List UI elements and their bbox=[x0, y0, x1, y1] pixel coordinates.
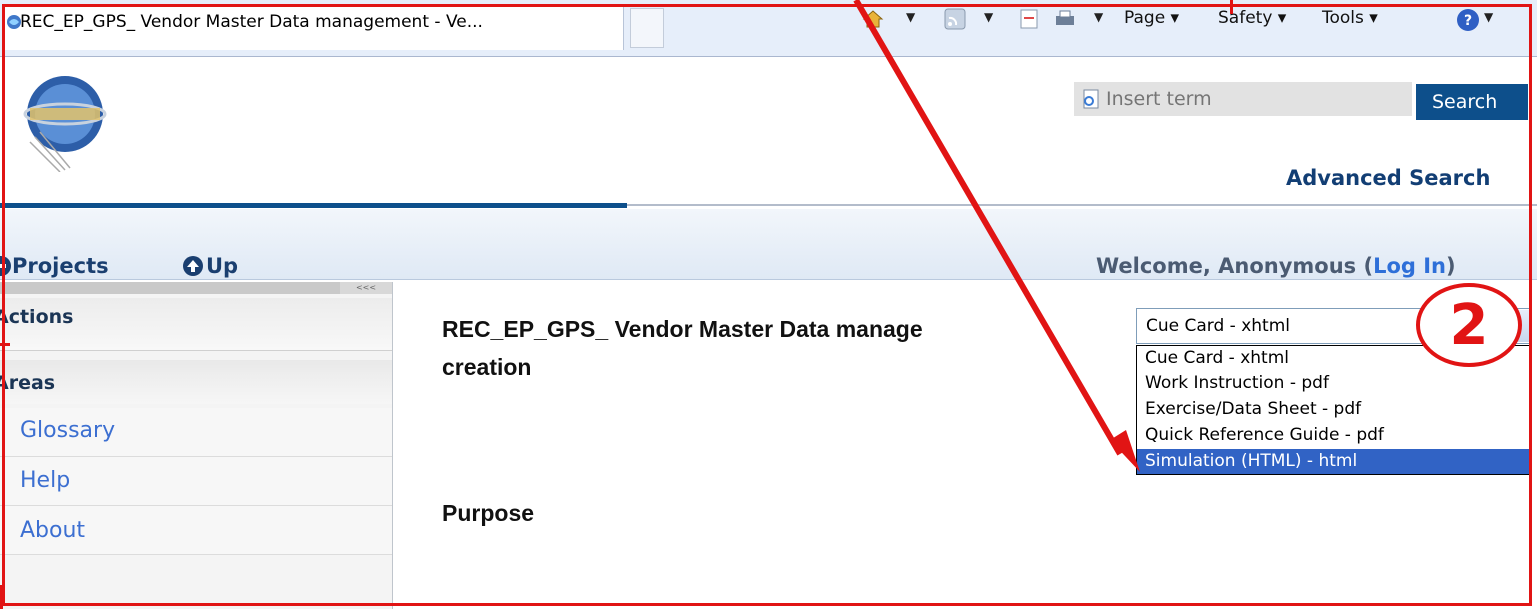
sidebar-top-bar bbox=[0, 282, 392, 294]
login-link[interactable]: Log In bbox=[1373, 254, 1446, 278]
format-option[interactable]: Work Instruction - pdf bbox=[1137, 371, 1531, 396]
print-dropdown-arrow[interactable]: ▼ bbox=[1094, 10, 1103, 24]
annotation-marker bbox=[0, 343, 10, 346]
up-link[interactable]: Up bbox=[206, 254, 238, 278]
help-icon[interactable]: ? bbox=[1456, 8, 1480, 32]
print-icon[interactable] bbox=[1054, 8, 1076, 30]
read-mail-icon[interactable] bbox=[1018, 8, 1040, 30]
up-arrow-icon[interactable] bbox=[182, 255, 204, 277]
step-number: 2 bbox=[1450, 293, 1489, 358]
home-dropdown-arrow[interactable]: ▼ bbox=[906, 10, 915, 24]
feed-dropdown-arrow[interactable]: ▼ bbox=[984, 10, 993, 24]
new-tab-button[interactable] bbox=[630, 8, 664, 48]
search-input[interactable] bbox=[1106, 84, 1406, 114]
format-option-highlighted[interactable]: Simulation (HTML) - html bbox=[1137, 449, 1531, 474]
projects-link[interactable]: Projects bbox=[12, 254, 109, 278]
site-logo bbox=[23, 76, 107, 172]
home-icon[interactable] bbox=[862, 8, 884, 30]
tab-title: REC_EP_GPS_ Vendor Master Data managemen… bbox=[20, 12, 483, 32]
advanced-search-link[interactable]: Advanced Search bbox=[1286, 166, 1490, 190]
sidebar-item-label[interactable]: About bbox=[20, 518, 85, 543]
sidebar-item-label[interactable]: Help bbox=[20, 468, 70, 493]
format-option[interactable]: Quick Reference Guide - pdf bbox=[1137, 423, 1531, 448]
page-title-continued: creation bbox=[442, 354, 532, 380]
format-select-value: Cue Card - xhtml bbox=[1146, 316, 1291, 336]
tools-menu[interactable]: Tools ▾ bbox=[1322, 8, 1378, 28]
sidebar-collapse-handle[interactable]: <<< bbox=[340, 282, 392, 294]
annotation-marker bbox=[0, 585, 15, 609]
page-menu[interactable]: Page ▾ bbox=[1124, 8, 1179, 28]
svg-text:?: ? bbox=[1464, 13, 1472, 29]
areas-label: Areas bbox=[0, 372, 56, 394]
areas-header[interactable] bbox=[0, 360, 392, 404]
search-button[interactable]: Search bbox=[1416, 84, 1528, 120]
rss-feed-icon[interactable] bbox=[944, 8, 966, 30]
annotation-marker bbox=[1230, 0, 1233, 14]
purpose-heading: Purpose bbox=[442, 500, 535, 526]
actions-label: Actions bbox=[0, 306, 74, 328]
header-divider-blue bbox=[0, 203, 627, 208]
help-dropdown-arrow[interactable]: ▼ bbox=[1484, 10, 1493, 24]
page-title: REC_EP_GPS_ Vendor Master Data manage bbox=[442, 316, 923, 342]
safety-menu[interactable]: Safety ▾ bbox=[1218, 8, 1286, 28]
search-document-icon bbox=[1083, 89, 1099, 109]
projects-icon[interactable] bbox=[0, 255, 12, 277]
welcome-message: Welcome, Anonymous (Log In) bbox=[1096, 254, 1456, 278]
format-option[interactable]: Exercise/Data Sheet - pdf bbox=[1137, 397, 1531, 422]
sidebar-item-label[interactable]: Glossary bbox=[20, 418, 115, 443]
step-number-badge: 2 bbox=[1416, 283, 1522, 367]
header-divider-grey bbox=[627, 204, 1537, 206]
